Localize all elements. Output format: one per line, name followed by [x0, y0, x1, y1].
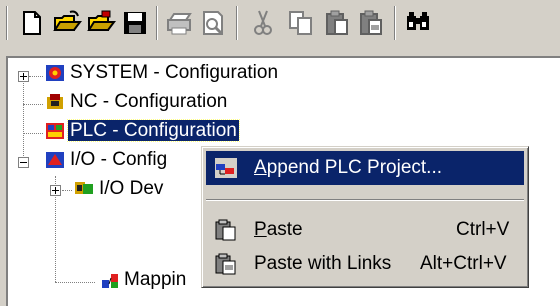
tree-connector	[23, 133, 43, 134]
save-icon[interactable]	[120, 8, 150, 38]
menu-label-rest: aste	[266, 219, 303, 240]
tree-item-io-devices-label[interactable]: I/O Dev	[99, 178, 163, 200]
menu-label-rest: ppend PLC Project...	[266, 157, 443, 178]
menu-label: Paste	[254, 219, 303, 241]
toolbar-separator	[394, 6, 396, 40]
toolbar	[0, 0, 560, 46]
tree-connector	[23, 104, 43, 105]
plc-config-icon[interactable]	[45, 122, 65, 140]
menu-item-paste-with-links[interactable]: Paste with Links Alt+Ctrl+V	[206, 247, 524, 281]
toolbar-separator	[156, 6, 158, 40]
io-devices-icon[interactable]	[74, 179, 94, 197]
menu-accelerator: Alt+Ctrl+V	[420, 253, 507, 274]
expand-toggle-io-devices[interactable]	[50, 185, 61, 196]
paste-icon[interactable]	[322, 8, 352, 38]
collapse-toggle-io[interactable]	[18, 157, 29, 168]
system-config-icon[interactable]	[45, 64, 65, 82]
menu-label: Append PLC Project...	[254, 157, 442, 179]
paste-with-links-icon[interactable]	[356, 8, 386, 38]
paste-with-links-icon	[215, 253, 236, 275]
tree-connector	[23, 76, 24, 166]
paste-icon	[215, 219, 236, 241]
copy-icon[interactable]	[286, 8, 316, 38]
open-folder-icon[interactable]	[86, 8, 116, 38]
menu-item-append-plc-project[interactable]: Append PLC Project...	[206, 151, 524, 185]
expand-toggle-system[interactable]	[18, 71, 29, 82]
menu-label: Paste with Links	[254, 253, 392, 274]
plc-project-icon	[215, 158, 237, 178]
mappings-icon[interactable]	[100, 272, 120, 290]
toolbar-grip[interactable]	[6, 6, 8, 40]
toolbar-separator	[236, 6, 238, 40]
tree-connector	[29, 76, 43, 77]
menu-separator	[206, 199, 524, 201]
tree-item-system-label[interactable]: SYSTEM - Configuration	[70, 62, 278, 84]
tree-connector	[62, 190, 72, 191]
menu-accelerator: Ctrl+V	[456, 219, 510, 240]
new-file-icon[interactable]	[16, 8, 46, 38]
cut-icon[interactable]	[248, 8, 278, 38]
nc-config-icon[interactable]	[45, 93, 65, 111]
mnemonic: A	[254, 157, 267, 178]
mnemonic: P	[254, 219, 267, 240]
menu-item-paste[interactable]: Paste Ctrl+V	[206, 213, 524, 247]
io-config-icon[interactable]	[45, 151, 65, 169]
open-icon[interactable]	[52, 8, 82, 38]
print-preview-icon[interactable]	[198, 8, 228, 38]
selected-highlight[interactable]: PLC - Configuration	[67, 119, 240, 142]
find-icon[interactable]	[404, 8, 434, 38]
tree-item-io-label[interactable]: I/O - Config	[70, 149, 167, 171]
tree-item-plc-label[interactable]: PLC - Configuration	[67, 119, 240, 142]
tree-item-nc-label[interactable]: NC - Configuration	[70, 91, 227, 113]
context-menu: Append PLC Project... Paste Ctrl+V Paste…	[201, 146, 529, 288]
print-icon[interactable]	[164, 8, 194, 38]
tree-connector	[55, 282, 95, 283]
tree-item-mappings-label[interactable]: Mappin	[124, 269, 186, 291]
